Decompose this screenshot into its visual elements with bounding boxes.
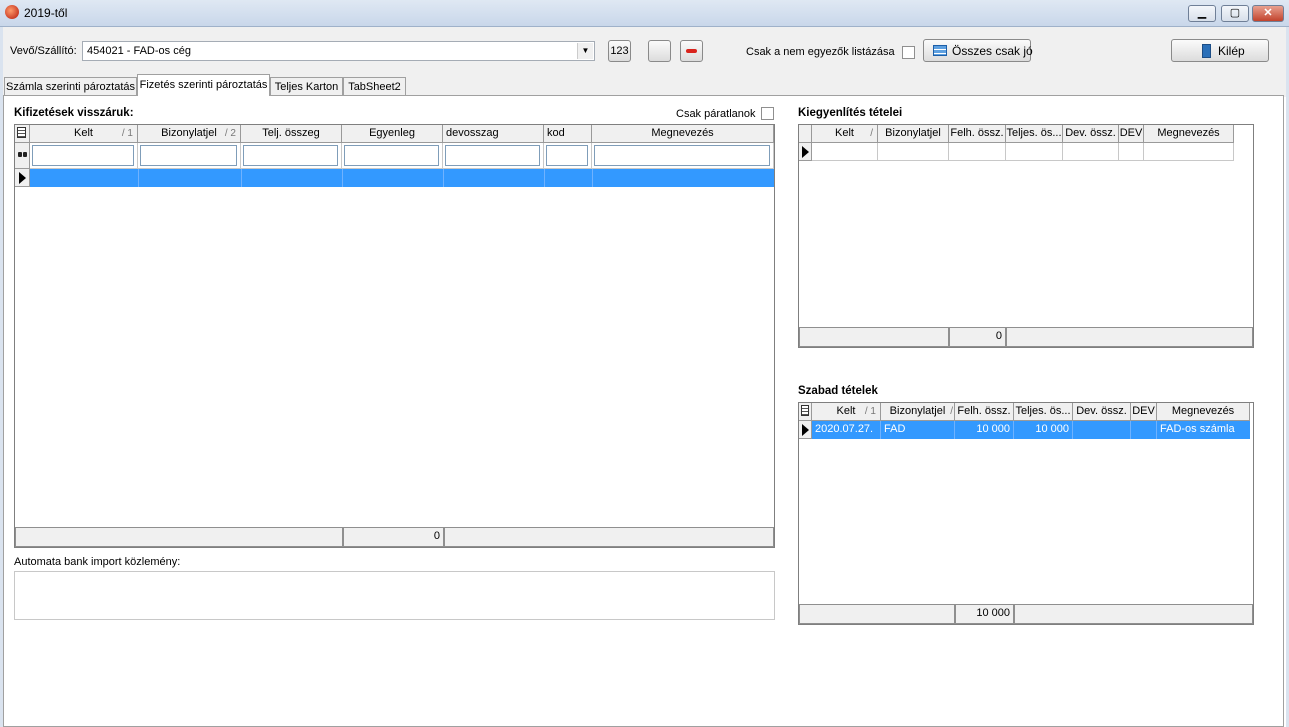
cell-dev	[1131, 421, 1157, 439]
cell-kelt: 2020.07.27.	[812, 421, 881, 439]
cell-megnevezes: FAD-os számla	[1160, 423, 1235, 435]
tab-sheet2[interactable]: TabSheet2	[343, 77, 406, 96]
col-header-megnevezes[interactable]: Megnevezés	[592, 125, 774, 143]
button-123[interactable]: 123	[608, 40, 631, 62]
partner-label: Vevő/Szállító:	[10, 45, 77, 57]
row-indicator-icon[interactable]	[15, 169, 30, 187]
free-col-teljes-ossz[interactable]: Teljes. ös...	[1014, 403, 1073, 421]
settlement-footer-left	[799, 327, 949, 347]
binoculars-icon[interactable]	[15, 143, 30, 169]
table-row-cell[interactable]	[878, 143, 949, 161]
close-button[interactable]: ✕	[1252, 5, 1284, 22]
settlement-footer-total: 0	[949, 327, 1006, 347]
filter-bizonylatjel[interactable]	[138, 143, 241, 169]
settlement-col-felh-ossz[interactable]: Felh. össz.	[949, 125, 1006, 143]
settlement-col-megnevezes[interactable]: Megnevezés	[1144, 125, 1234, 143]
only-mismatch-label: Csak a nem egyezők listázása	[746, 46, 895, 58]
col-header-kelt[interactable]: Kelt/ 1	[30, 125, 138, 143]
app-icon[interactable]	[5, 5, 19, 19]
settlement-title: Kiegyenlítés tételei	[798, 107, 903, 119]
table-row-cell[interactable]	[1063, 143, 1119, 161]
col-header-egyenleg[interactable]: Egyenleg	[342, 125, 443, 143]
remove-button[interactable]	[680, 40, 703, 62]
row-indicator-icon[interactable]	[799, 143, 812, 161]
bank-import-memo[interactable]	[14, 571, 775, 620]
filter-egyenleg[interactable]	[342, 143, 443, 169]
free-col-megnevezes[interactable]: Megnevezés	[1157, 403, 1250, 421]
only-mismatch-checkbox[interactable]	[902, 46, 915, 59]
cell-dev-ossz	[1073, 421, 1131, 439]
free-items-title: Szabad tételek	[798, 385, 878, 397]
free-items-grid[interactable]: Kelt/ 1 Bizonylatjel / Felh. össz. Teljes…	[798, 402, 1254, 625]
free-col-dev-ossz[interactable]: Dev. össz.	[1073, 403, 1131, 421]
exit-label: Kilép	[1218, 44, 1245, 58]
col-header-telj-osszeg[interactable]: Telj. összeg	[241, 125, 342, 143]
all-ok-button[interactable]: Összes csak jó	[923, 39, 1033, 62]
minus-icon	[686, 49, 697, 53]
settlement-col-teljes-ossz[interactable]: Teljes. ös...	[1006, 125, 1063, 143]
settlement-col-kelt[interactable]: Kelt /	[812, 125, 878, 143]
free-col-bizonylatjel[interactable]: Bizonylatjel /	[881, 403, 955, 421]
partner-select-value: 454021 - FAD-os cég	[87, 45, 191, 57]
free-items-footer-total: 10 000	[955, 604, 1014, 624]
settlement-col-bizonylatjel[interactable]: Bizonylatjel	[878, 125, 949, 143]
minimize-button[interactable]: ▁	[1188, 5, 1216, 22]
exit-button[interactable]: Kilép	[1171, 39, 1269, 62]
filter-telj-osszeg[interactable]	[241, 143, 342, 169]
col-header-kod[interactable]: kod	[544, 125, 592, 143]
table-row-cell[interactable]	[1144, 143, 1234, 161]
free-col-felh-ossz[interactable]: Felh. össz.	[955, 403, 1014, 421]
payments-footer-right	[444, 527, 774, 547]
payments-grid[interactable]: Kelt/ 1 Bizonylatjel/ 2 Telj. összeg Egy…	[14, 124, 775, 548]
table-row-cell[interactable]	[949, 143, 1006, 161]
odd-only-label: Csak páratlanok	[676, 108, 756, 120]
settlement-col-dev[interactable]: DEV	[1119, 125, 1144, 143]
cell-felh-ossz: 10 000	[955, 421, 1014, 439]
window-title-bar[interactable]: 2019-től ▁ ▢ ✕	[0, 0, 1289, 27]
table-row[interactable]	[30, 169, 774, 187]
table-row-cell[interactable]	[812, 143, 878, 161]
filter-megnevezes[interactable]	[592, 143, 774, 169]
table-row-cell[interactable]	[1006, 143, 1063, 161]
free-items-footer-right	[1014, 604, 1253, 624]
dropdown-arrow-icon[interactable]: ▼	[577, 43, 593, 59]
tab-invoice-matching[interactable]: Számla szerinti pároztatás	[4, 77, 137, 96]
settlement-col-dev-ossz[interactable]: Dev. össz.	[1063, 125, 1119, 143]
bank-import-label: Automata bank import közlemény:	[14, 556, 181, 568]
free-col-kelt[interactable]: Kelt/ 1	[812, 403, 881, 421]
payments-title: Kifizetések visszáruk:	[14, 107, 134, 119]
tab-full-ledger[interactable]: Teljes Karton	[270, 77, 343, 96]
column-chooser-icon[interactable]	[15, 125, 30, 143]
tab-payment-matching[interactable]: Fizetés szerinti pároztatás	[137, 74, 270, 96]
payments-footer-total: 0	[343, 527, 444, 547]
maximize-button[interactable]: ▢	[1221, 5, 1249, 22]
filter-kod[interactable]	[544, 143, 592, 169]
filter-kelt[interactable]	[30, 143, 138, 169]
table-row[interactable]: 2020.07.27. FAD 10 000 10 000 FAD-os szá…	[812, 421, 1250, 439]
column-chooser-icon[interactable]	[799, 403, 812, 421]
free-col-dev[interactable]: DEV	[1131, 403, 1157, 421]
exit-door-icon	[1202, 44, 1211, 58]
cell-bizonylatjel: FAD	[881, 421, 955, 439]
filter-devosszag[interactable]	[443, 143, 544, 169]
cell-teljes-ossz: 10 000	[1014, 421, 1073, 439]
col-header-devosszag[interactable]: devosszag	[443, 125, 544, 143]
partner-select[interactable]: 454021 - FAD-os cég ▼	[82, 41, 595, 61]
payments-footer-left	[15, 527, 343, 547]
window-title: 2019-től	[24, 6, 68, 20]
table-icon	[933, 45, 947, 56]
blank-button[interactable]	[648, 40, 671, 62]
all-ok-label: Összes csak jó	[952, 44, 1033, 58]
col-header-bizonylatjel[interactable]: Bizonylatjel/ 2	[138, 125, 241, 143]
settlement-indicator-header	[799, 125, 812, 143]
row-indicator-icon[interactable]	[799, 421, 812, 439]
settlement-grid[interactable]: Kelt / Bizonylatjel Felh. össz. Teljes. ö…	[798, 124, 1254, 348]
free-items-footer-left	[799, 604, 955, 624]
table-row-cell[interactable]	[1119, 143, 1144, 161]
odd-only-checkbox[interactable]	[761, 107, 774, 120]
settlement-footer-right	[1006, 327, 1253, 347]
